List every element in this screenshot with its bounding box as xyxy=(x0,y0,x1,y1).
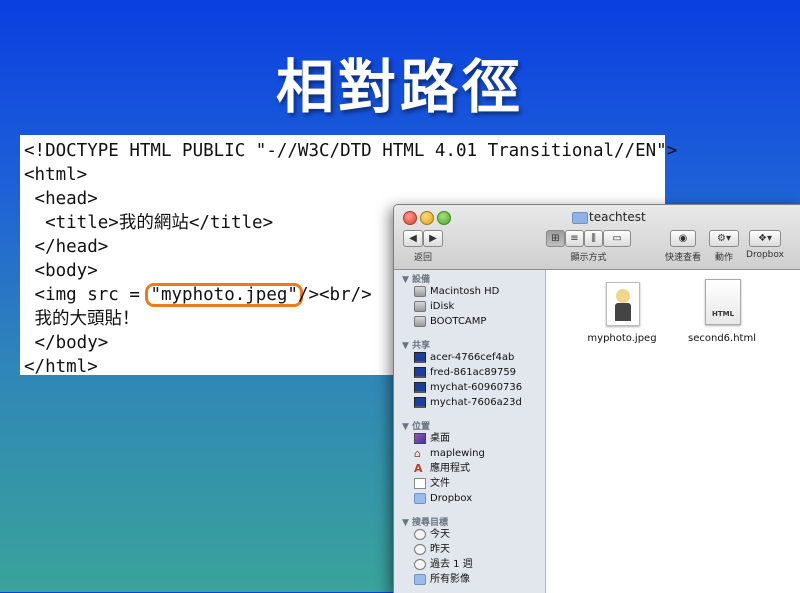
idisk-icon xyxy=(414,301,426,312)
document-icon xyxy=(414,478,426,489)
thumbnail-body xyxy=(615,303,631,321)
monitor-icon xyxy=(414,352,426,363)
monitor-icon xyxy=(414,382,426,393)
clock-icon xyxy=(414,544,426,555)
code-line: <!DOCTYPE HTML PUBLIC "-//W3C/DTD HTML 4… xyxy=(24,141,678,161)
file-name-second6[interactable]: second6.html xyxy=(681,333,763,344)
home-icon: ⌂ xyxy=(414,447,421,460)
html-document-icon[interactable]: HTML xyxy=(705,279,741,325)
column-view-button[interactable]: ⫼ xyxy=(584,230,603,247)
zoom-button[interactable] xyxy=(437,211,451,225)
img-tag-suffix: /><br/> xyxy=(297,285,372,305)
dropbox-label: Dropbox xyxy=(746,250,784,260)
finder-titlebar: teachtest ◀ ▶ 返回 ⊞ ≡ ⫼ ▭ 顯示方式 ◉ 快速查看 ⚙▾ … xyxy=(394,205,800,270)
finder-sidebar: ▼ 設備 Macintosh HD iDisk BOOTCAMP ▼ 共享 ac… xyxy=(394,270,546,593)
image-thumbnail-icon[interactable] xyxy=(606,282,640,326)
monitor-icon xyxy=(414,397,426,408)
desktop-icon xyxy=(414,433,426,444)
folder-icon xyxy=(414,574,426,585)
devices-header[interactable]: ▼ 設備 xyxy=(402,272,430,285)
img-tag-prefix: <img src = xyxy=(24,285,151,305)
action-label: 動作 xyxy=(714,253,733,263)
hard-disk-icon xyxy=(414,286,426,297)
code-line: <html> xyxy=(24,165,88,185)
dropbox-button[interactable]: ❖▾ xyxy=(749,230,781,247)
highlighted-src-value: "myphoto.jpeg" xyxy=(145,283,303,307)
applications-icon: A xyxy=(414,462,423,475)
search-header[interactable]: ▼ 搜尋目標 xyxy=(402,515,448,528)
quicklook-button[interactable]: ◉ xyxy=(670,230,696,247)
list-view-button[interactable]: ≡ xyxy=(565,230,584,247)
forward-button[interactable]: ▶ xyxy=(423,230,443,247)
slide-title: 相對路徑 xyxy=(275,53,524,121)
action-button[interactable]: ⚙▾ xyxy=(709,230,739,247)
close-button[interactable] xyxy=(403,211,417,225)
monitor-icon xyxy=(414,367,426,378)
clock-icon xyxy=(414,529,426,540)
folder-icon xyxy=(414,493,426,504)
view-label: 顯示方式 xyxy=(570,253,607,263)
minimize-button[interactable] xyxy=(420,211,434,225)
window-title: teachtest xyxy=(589,210,646,224)
coverflow-view-button[interactable]: ▭ xyxy=(603,230,631,247)
file-name-myphoto[interactable]: myphoto.jpeg xyxy=(581,333,663,344)
finder-window: teachtest ◀ ▶ 返回 ⊞ ≡ ⫼ ▭ 顯示方式 ◉ 快速查看 ⚙▾ … xyxy=(393,204,800,593)
clock-icon xyxy=(414,559,426,570)
quicklook-label: 快速查看 xyxy=(664,253,701,263)
shared-header[interactable]: ▼ 共享 xyxy=(402,338,430,351)
folder-icon xyxy=(572,212,588,224)
hard-disk-icon xyxy=(414,316,426,327)
back-label: 返回 xyxy=(413,253,432,263)
icon-view-button[interactable]: ⊞ xyxy=(546,230,565,247)
places-header[interactable]: ▼ 位置 xyxy=(402,419,430,432)
html-badge: HTML xyxy=(711,310,735,318)
finder-content: myphoto.jpeg HTML second6.html xyxy=(546,270,800,593)
back-button[interactable]: ◀ xyxy=(403,230,423,247)
thumbnail-face xyxy=(616,289,630,303)
